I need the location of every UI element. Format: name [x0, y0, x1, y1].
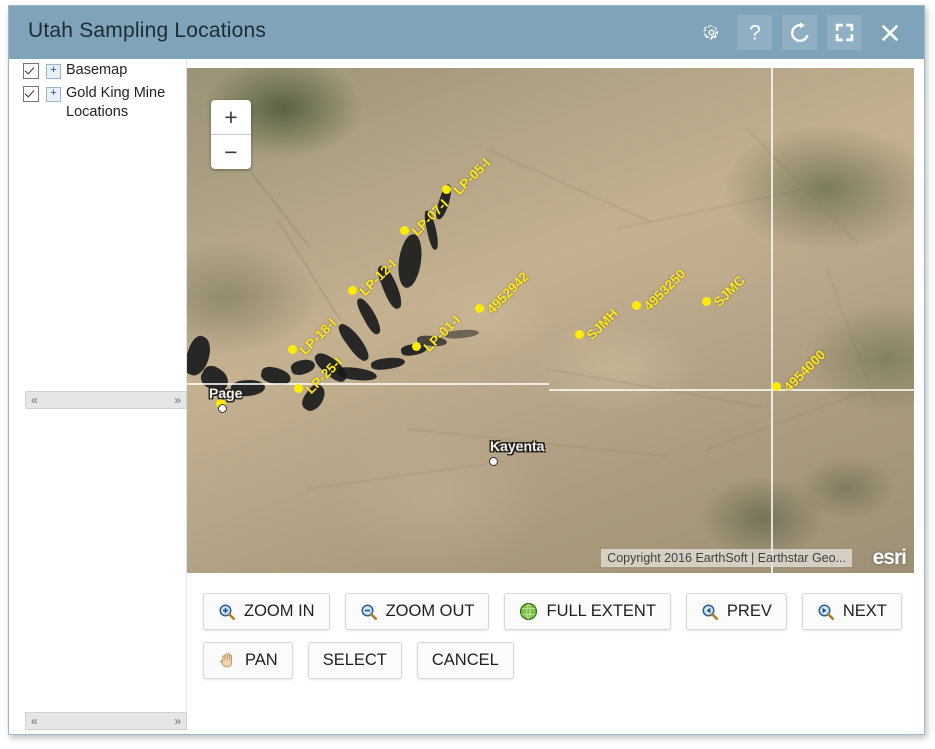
map-attribution: Copyright 2016 EarthSoft | Earthstar Geo… [601, 549, 852, 567]
basemap-checkbox[interactable] [23, 63, 39, 79]
layer-panel-horizontal-scrollbar[interactable]: « » [25, 391, 187, 409]
globe-icon [520, 603, 538, 620]
layer-panel: + Basemap + Gold King Mine Locations « »… [9, 59, 187, 730]
prev-extent-button[interactable]: PREV [685, 593, 787, 630]
city-label: Page [209, 385, 243, 401]
zoom-out-label: ZOOM OUT [385, 602, 475, 620]
close-icon [881, 24, 898, 41]
magnifier-right-icon [818, 604, 834, 620]
select-button[interactable]: SELECT [307, 642, 402, 679]
page-title: Utah Sampling Locations [28, 19, 267, 42]
layer-item-basemap[interactable]: + Basemap [9, 59, 186, 82]
fullscreen-button[interactable] [827, 15, 862, 50]
sample-point-marker[interactable] [474, 303, 484, 313]
help-button[interactable]: ? [737, 15, 772, 50]
map-zoom-control[interactable]: + − [211, 100, 251, 169]
next-extent-button[interactable]: NEXT [801, 593, 902, 630]
fullscreen-icon [835, 23, 854, 42]
cancel-button[interactable]: CANCEL [416, 642, 514, 679]
map-toolbar: ZOOM IN ZOOM OUT FULL EXTENT PREV NEXT P… [187, 593, 924, 691]
question-mark-icon: ? [749, 21, 761, 44]
zoom-in-label: ZOOM IN [244, 602, 315, 620]
sample-point-marker[interactable] [399, 225, 409, 235]
cancel-label: CANCEL [431, 651, 499, 669]
satellite-basemap-imagery[interactable] [187, 68, 914, 573]
window-title-bar: Utah Sampling Locations ? [9, 6, 924, 59]
sample-point-marker[interactable] [347, 285, 357, 295]
pan-label: PAN [245, 651, 278, 669]
scroll-right-arrow-icon[interactable]: » [169, 392, 186, 408]
sample-point-marker[interactable] [574, 329, 584, 339]
gear-icon [702, 24, 718, 40]
select-label: SELECT [322, 651, 387, 669]
city-dot [217, 403, 227, 413]
magnifier-left-icon [702, 604, 718, 620]
city-label: Kayenta [490, 438, 545, 454]
sample-point-marker[interactable] [411, 341, 421, 351]
sample-point-marker[interactable] [771, 381, 781, 391]
toolbar-row-navigation: ZOOM IN ZOOM OUT FULL EXTENT PREV NEXT [187, 593, 924, 630]
basemap-label: Basemap [66, 62, 128, 78]
magnifier-plus-icon [219, 604, 236, 620]
next-label: NEXT [842, 602, 887, 620]
layer-item-gold-king-mine-locations[interactable]: + Gold King Mine Locations [9, 82, 186, 124]
basemap-expander-icon[interactable]: + [46, 64, 61, 79]
city-dot [488, 456, 498, 466]
bottom-scroll-left-arrow-icon[interactable]: « [26, 713, 43, 729]
sample-point-marker[interactable] [287, 344, 297, 354]
window-content: + Basemap + Gold King Mine Locations « »… [9, 59, 924, 734]
esri-logo: esri [872, 546, 907, 569]
prev-label: PREV [726, 602, 772, 620]
svg-text:?: ? [749, 21, 761, 44]
settings-button[interactable] [694, 15, 729, 50]
map-zoom-out-button[interactable]: − [211, 135, 251, 169]
magnifier-minus-icon [361, 604, 377, 620]
toolbar-row-actions: PAN SELECT CANCEL [187, 642, 924, 679]
refresh-button[interactable] [782, 15, 817, 50]
application-window: Utah Sampling Locations ? + Basemap + Go… [8, 5, 925, 735]
sample-point-marker[interactable] [293, 383, 303, 393]
zoom-in-button[interactable]: ZOOM IN [203, 593, 330, 630]
refresh-icon [790, 21, 809, 42]
full-extent-button[interactable]: FULL EXTENT [504, 593, 671, 630]
hand-icon [220, 653, 233, 668]
sample-point-marker[interactable] [701, 296, 711, 306]
sample-point-marker[interactable] [441, 184, 451, 194]
panel-bottom-horizontal-scrollbar[interactable]: « » [25, 712, 187, 730]
state-boundary-horizontal-2 [549, 389, 914, 391]
gold-king-mine-locations-checkbox[interactable] [23, 86, 39, 102]
sample-point-marker[interactable] [631, 300, 641, 310]
close-button[interactable] [872, 15, 907, 50]
map-viewport[interactable]: + − LP-05-I LP-07-I LP-12-I LP-01-I 4952942 L… [187, 68, 914, 573]
gold-king-mine-locations-label: Gold King Mine Locations [66, 85, 166, 120]
pan-button[interactable]: PAN [203, 642, 293, 679]
full-extent-label: FULL EXTENT [546, 602, 656, 620]
state-boundary-vertical [771, 68, 773, 573]
gold-king-mine-locations-expander-icon[interactable]: + [46, 87, 61, 102]
zoom-out-button[interactable]: ZOOM OUT [344, 593, 490, 630]
bottom-scroll-right-arrow-icon[interactable]: » [169, 713, 186, 729]
map-zoom-in-button[interactable]: + [211, 100, 251, 135]
scroll-left-arrow-icon[interactable]: « [26, 392, 43, 408]
